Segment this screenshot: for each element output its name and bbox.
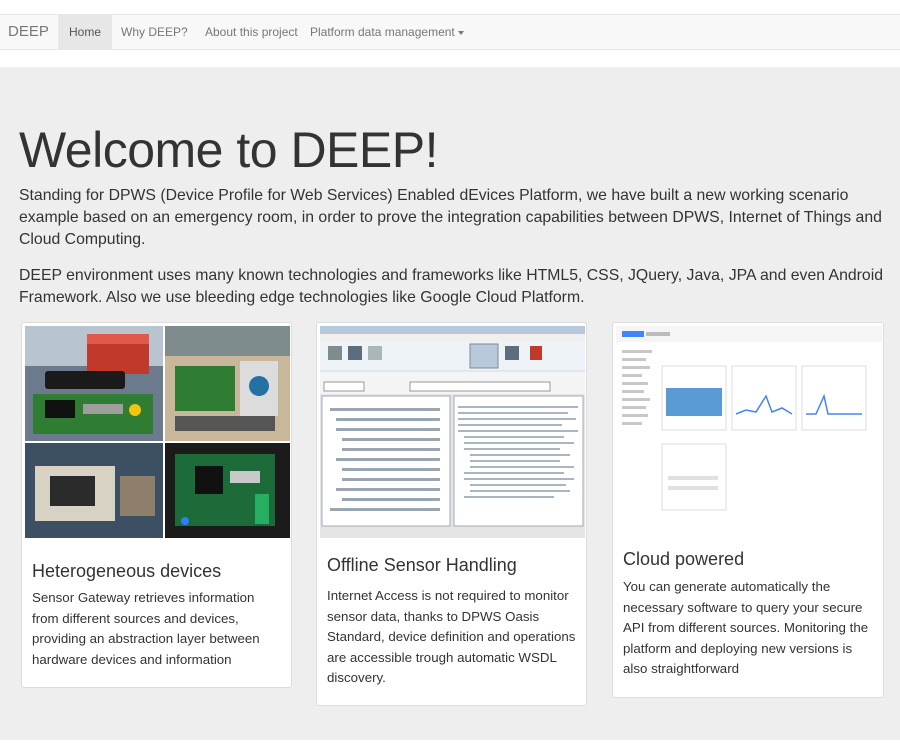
hardware-devices-photo xyxy=(25,326,290,538)
nav-platform-data-management[interactable]: Platform data management xyxy=(299,15,475,49)
card-offline-sensor-handling: Offline Sensor Handling Internet Access … xyxy=(316,322,587,706)
nav-home[interactable]: Home xyxy=(58,15,113,49)
card-title: Offline Sensor Handling xyxy=(327,555,517,575)
cloud-console-image xyxy=(616,326,882,526)
hardware-collage-image xyxy=(25,326,290,538)
navbar-brand[interactable]: DEEP xyxy=(8,15,49,49)
dpws-explorer-image xyxy=(320,326,585,538)
nav-platform-label: Platform data management xyxy=(310,25,455,39)
card-heterogeneous-devices: Heterogeneous devices Sensor Gateway ret… xyxy=(21,322,292,688)
dpws-explorer-screenshot xyxy=(320,326,585,538)
card-cloud-powered: Cloud powered You can generate automatic… xyxy=(612,322,884,698)
card-title: Cloud powered xyxy=(623,549,745,569)
intro-paragraph: Standing for DPWS (Device Profile for We… xyxy=(19,187,882,248)
nav-about-project[interactable]: About this project xyxy=(194,15,309,49)
google-cloud-console-screenshot xyxy=(616,326,882,526)
card-description: Internet Access is not required to monit… xyxy=(327,588,576,685)
page-title: Welcome to DEEP! xyxy=(19,122,439,178)
navbar: DEEP Home Why DEEP? About this project P… xyxy=(0,14,900,50)
card-description: Sensor Gateway retrieves information fro… xyxy=(32,590,260,667)
chevron-down-icon xyxy=(457,30,464,35)
card-title: Heterogeneous devices xyxy=(32,561,222,581)
technologies-paragraph: DEEP environment uses many known technol… xyxy=(19,267,883,306)
nav-why-deep[interactable]: Why DEEP? xyxy=(110,15,199,49)
card-description: You can generate automatically the neces… xyxy=(623,579,869,676)
